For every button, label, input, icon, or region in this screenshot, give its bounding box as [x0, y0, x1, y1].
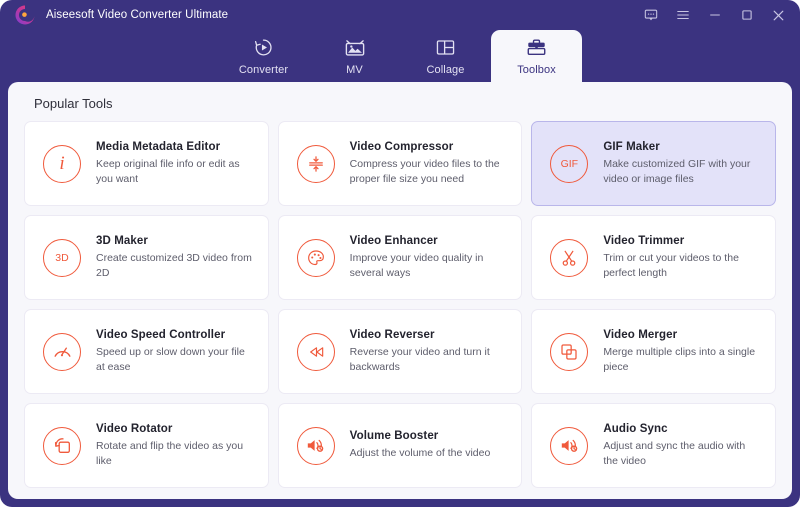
audio-sync-icon — [550, 426, 589, 465]
tool-card-gif-maker[interactable]: GIF GIF Maker Make customized GIF with y… — [531, 121, 776, 206]
tab-converter[interactable]: Converter — [218, 30, 309, 82]
toolbox-icon — [526, 37, 547, 59]
tool-desc: Merge multiple clips into a single piece — [603, 345, 756, 373]
tool-card-audio-sync[interactable]: Audio Sync Adjust and sync the audio wit… — [531, 403, 776, 488]
app-title: Aiseesoft Video Converter Ultimate — [46, 9, 229, 21]
content-panel: Popular Tools i Media Metadata Editor Ke… — [8, 82, 792, 499]
tool-desc: Create customized 3D video from 2D — [96, 251, 252, 279]
scissors-icon — [550, 238, 589, 277]
info-icon: i — [43, 144, 81, 183]
feedback-icon[interactable] — [643, 8, 658, 23]
tool-desc: Adjust the volume of the video — [349, 447, 491, 460]
maximize-icon[interactable] — [739, 8, 754, 23]
tool-desc: Make customized GIF with your video or i… — [603, 157, 751, 185]
merge-squares-icon — [550, 332, 589, 371]
tool-title: Video Reverser — [349, 328, 435, 341]
tab-label: MV — [346, 63, 363, 76]
tool-desc: Rotate and flip the video as you like — [96, 439, 244, 467]
tool-card-video-trimmer[interactable]: Video Trimmer Trim or cut your videos to… — [531, 215, 776, 300]
tool-title: Video Merger — [603, 328, 678, 341]
tool-desc: Improve your video quality in several wa… — [349, 251, 484, 279]
rotate-icon — [43, 426, 81, 465]
converter-icon — [253, 37, 274, 59]
tool-title: Media Metadata Editor — [96, 140, 221, 153]
tool-title: Video Rotator — [96, 422, 173, 435]
window-controls — [643, 8, 786, 23]
app-window: Aiseesoft Video Converter Ultimate Conve… — [0, 0, 800, 507]
menu-icon[interactable] — [675, 8, 690, 23]
tab-label: Toolbox — [517, 63, 556, 76]
tool-title: Volume Booster — [349, 430, 439, 443]
tool-card-video-rotator[interactable]: Video Rotator Rotate and flip the video … — [24, 403, 269, 488]
tool-card-media-metadata-editor[interactable]: i Media Metadata Editor Keep original fi… — [24, 121, 269, 206]
tool-card-video-reverser[interactable]: Video Reverser Reverse your video and tu… — [277, 309, 523, 394]
3d-icon: 3D — [43, 238, 81, 277]
volume-icon — [296, 426, 335, 465]
tab-toolbox[interactable]: Toolbox — [491, 30, 582, 82]
tool-card-volume-booster[interactable]: Volume Booster Adjust the volume of the … — [277, 403, 523, 488]
tool-title: Video Speed Controller — [96, 328, 226, 341]
tool-title: GIF Maker — [603, 140, 660, 153]
compress-icon — [296, 144, 335, 183]
tool-desc: Reverse your video and turn it backwards — [349, 345, 490, 373]
tool-card-video-compressor[interactable]: Video Compressor Compress your video fil… — [277, 121, 523, 206]
tab-collage[interactable]: Collage — [400, 30, 491, 82]
tool-desc: Compress your video files to the proper … — [349, 157, 500, 185]
title-bar: Aiseesoft Video Converter Ultimate — [0, 0, 800, 30]
tab-mv[interactable]: MV — [309, 30, 400, 82]
tool-title: Video Enhancer — [349, 234, 438, 247]
tools-grid: i Media Metadata Editor Keep original fi… — [8, 121, 792, 499]
tool-card-video-speed-controller[interactable]: Video Speed Controller Speed up or slow … — [24, 309, 269, 394]
tab-label: Collage — [426, 63, 465, 76]
tool-card-video-enhancer[interactable]: Video Enhancer Improve your video qualit… — [277, 215, 523, 300]
tool-title: Audio Sync — [603, 422, 668, 435]
tool-desc: Keep original file info or edit as you w… — [96, 157, 240, 185]
tool-card-video-merger[interactable]: Video Merger Merge multiple clips into a… — [531, 309, 776, 394]
aiseesoft-swirl-logo — [15, 5, 35, 25]
tool-title: Video Trimmer — [603, 234, 685, 247]
speedometer-icon — [43, 332, 81, 371]
tool-desc: Adjust and sync the audio with the video — [603, 439, 746, 467]
tool-card-3d-maker[interactable]: 3D 3D Maker Create customized 3D video f… — [24, 215, 269, 300]
tool-title: Video Compressor — [349, 140, 454, 153]
tool-desc: Trim or cut your videos to the perfect l… — [603, 251, 739, 279]
tab-label: Converter — [238, 63, 289, 76]
mv-icon — [344, 37, 366, 59]
tab-bar: Converter MV Collage Toolbox — [0, 30, 800, 82]
page-title: Popular Tools — [34, 96, 113, 111]
gif-icon: GIF — [550, 144, 589, 183]
minimize-icon[interactable] — [707, 8, 722, 23]
tool-title: 3D Maker — [96, 234, 148, 247]
tool-desc: Speed up or slow down your file at ease — [96, 345, 245, 373]
palette-icon — [296, 238, 335, 277]
rewind-icon — [296, 332, 335, 371]
close-icon[interactable] — [771, 8, 786, 23]
collage-icon — [435, 37, 456, 59]
